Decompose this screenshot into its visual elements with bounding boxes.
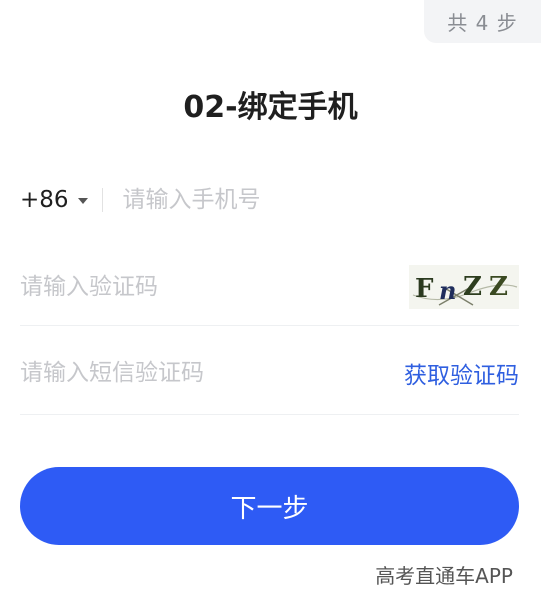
- sms-row: 获取验证码: [20, 344, 519, 402]
- captcha-char: Z: [463, 272, 482, 302]
- phone-row: +86: [20, 172, 519, 228]
- captcha-char: F: [415, 274, 434, 304]
- captcha-input[interactable]: [20, 267, 409, 307]
- watermark: 高考直通车APP: [375, 564, 513, 588]
- country-code-selector[interactable]: +86: [20, 187, 88, 213]
- country-code-label: +86: [20, 187, 69, 213]
- get-code-button[interactable]: 获取验证码: [404, 356, 519, 390]
- captcha-char: Z: [489, 272, 508, 302]
- captcha-row: F n Z Z: [20, 258, 519, 316]
- divider: [101, 188, 103, 212]
- captcha-char: n: [439, 276, 456, 305]
- sms-code-input[interactable]: [20, 353, 404, 393]
- step-count-badge: 共 4 步: [424, 0, 541, 43]
- chevron-down-icon: [77, 198, 88, 204]
- next-step-button[interactable]: 下一步: [20, 467, 519, 545]
- captcha-graphic: F n Z Z: [409, 265, 519, 309]
- phone-input[interactable]: [122, 180, 519, 220]
- page-title: 02-绑定手机: [183, 90, 358, 125]
- bind-phone-page: 共 4 步 02-绑定手机 +86 F n Z Z 获: [0, 0, 541, 612]
- divider: [20, 325, 519, 326]
- captcha-image[interactable]: F n Z Z: [409, 265, 519, 309]
- divider: [20, 414, 519, 415]
